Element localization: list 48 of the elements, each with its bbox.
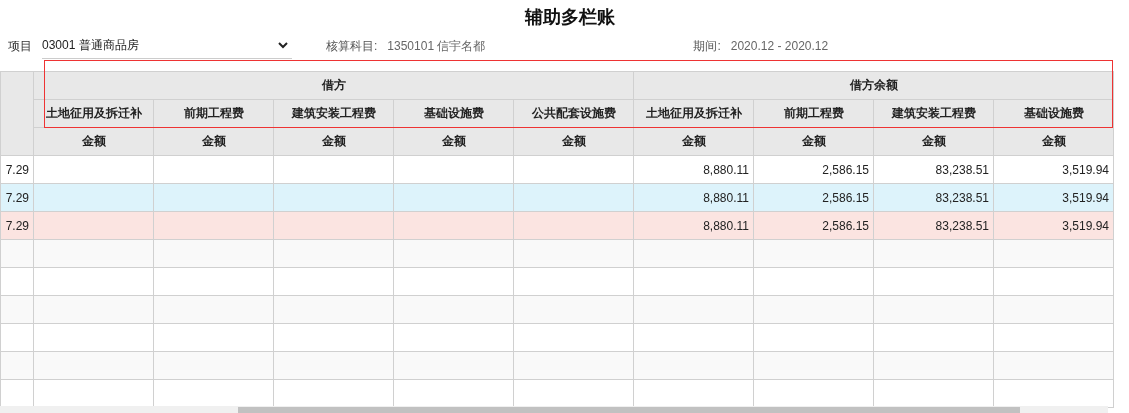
table-cell: 2,586.15	[753, 155, 874, 184]
column-subheader: 金额	[633, 127, 754, 156]
report-title: 辅助多栏账	[523, 6, 616, 29]
table-cell: 3,519.94	[993, 183, 1114, 212]
group-header: 借方余额	[633, 71, 1114, 100]
filter-label: 核算科目:	[326, 37, 378, 55]
table-cell: 2,586.15	[753, 211, 874, 240]
project-select[interactable]: 03001 普通商品房	[42, 33, 292, 59]
table-cell: 7.29	[0, 183, 34, 212]
column-header: 建筑安装工程费	[873, 99, 994, 128]
table-cell: 3,519.94	[993, 155, 1114, 184]
filter-value: 2020.12 - 2020.12	[730, 39, 829, 53]
column-subheader: 金额	[393, 127, 514, 156]
scrollbar[interactable]	[0, 406, 1108, 413]
column-header: 公共配套设施费	[513, 99, 634, 128]
column-header: 土地征用及拆迁补	[633, 99, 754, 128]
table-cell: 7.29	[0, 155, 34, 184]
table-cell: 83,238.51	[873, 183, 994, 212]
column-header: 基础设施费	[393, 99, 514, 128]
table-cell: 3,519.94	[993, 211, 1114, 240]
table-row[interactable]: 7.29 8,880.11 2,586.15 83,238.51 3,519.94	[0, 183, 1114, 212]
column-header: 前期工程费	[753, 99, 874, 128]
filter-value: 1350101 信宇名都	[387, 37, 486, 55]
chevron-down-icon	[278, 42, 288, 49]
column-header: 基础设施费	[993, 99, 1114, 128]
table-cell: 2,586.15	[753, 183, 874, 212]
column-subheader: 金额	[993, 127, 1114, 156]
column-header: 建筑安装工程费	[273, 99, 394, 128]
column-subheader: 金额	[33, 127, 154, 156]
group-header: 借方	[33, 71, 634, 100]
column-subheader: 金额	[513, 127, 634, 156]
column-header: 土地征用及拆迁补	[33, 99, 154, 128]
column-header: 前期工程费	[153, 99, 274, 128]
table-cell: 7.29	[0, 211, 34, 240]
table-cell: 8,880.11	[633, 211, 754, 240]
table-row[interactable]: 7.29 8,880.11 2,586.15 83,238.51 3,519.94	[0, 211, 1114, 240]
table-cell: 8,880.11	[633, 155, 754, 184]
table-cell: 83,238.51	[873, 155, 994, 184]
table-cell: 8,880.11	[633, 183, 754, 212]
column-subheader: 金额	[753, 127, 874, 156]
scrollbar-thumb[interactable]	[238, 407, 1020, 413]
filter-label: 期间:	[693, 37, 721, 55]
column-subheader: 金额	[153, 127, 274, 156]
column-subheader: 金额	[873, 127, 994, 156]
table-row[interactable]: 7.29 8,880.11 2,586.15 83,238.51 3,519.94	[0, 155, 1114, 184]
table-cell: 83,238.51	[873, 211, 994, 240]
column-subheader: 金额	[273, 127, 394, 156]
filter-label: 项目	[8, 37, 32, 55]
